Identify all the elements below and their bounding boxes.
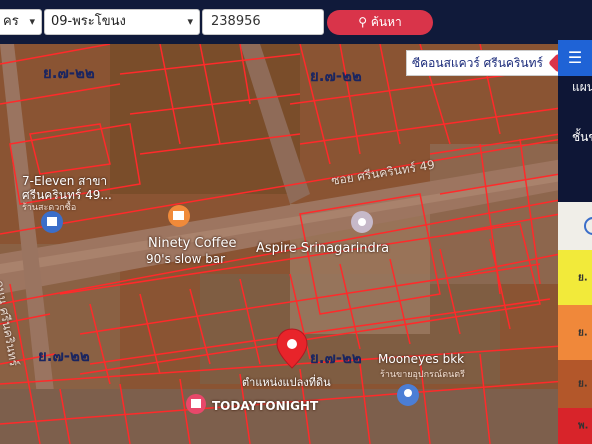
- province-select[interactable]: คร ▾: [0, 9, 42, 35]
- search-button-label: ค้นหา: [370, 15, 402, 29]
- shop-pin-icon[interactable]: [397, 384, 419, 406]
- legend-item[interactable]: ย.: [558, 250, 592, 305]
- district-select-value: 09-พระโขนง: [51, 14, 126, 29]
- legend-item[interactable]: ย.: [558, 305, 592, 360]
- restaurant-icon[interactable]: [186, 394, 206, 414]
- map-view[interactable]: ย.๗-๒๒ ย.๗-๒๒ ย.๗-๒๒ ย.๗-๒๒ ซอย ศรีนคริน…: [0, 44, 592, 444]
- poi-category: ร้านขายอุปกรณ์ดนตรี: [380, 370, 465, 380]
- layers-icon: ☰: [567, 48, 583, 67]
- legend-label: ย.: [578, 327, 588, 338]
- legend-label: พ.: [578, 420, 589, 432]
- layers-button[interactable]: ☰: [558, 40, 592, 76]
- chevron-down-icon: ▾: [29, 15, 35, 28]
- chevron-down-icon: ▾: [187, 15, 193, 28]
- legend-item[interactable]: พ.: [558, 408, 592, 444]
- deed-number-input[interactable]: 238956: [202, 9, 324, 35]
- top-toolbar: คร ▾ 09-พระโขนง ▾ 238956 ⚲ ค้นหา: [0, 0, 592, 44]
- search-button[interactable]: ⚲ ค้นหา: [327, 10, 433, 35]
- info-icon: [584, 217, 592, 235]
- poi-label[interactable]: Mooneyes bkk: [378, 352, 464, 366]
- search-result-label[interactable]: ซีคอนสแควร์ ศรีนครินทร์: [406, 50, 574, 76]
- zone-label: ย.๗-๒๒: [310, 349, 362, 367]
- marker-label: ตำแหน่งแปลงที่ดิน: [242, 376, 331, 389]
- zone-label: ย.๗-๒๒: [38, 347, 90, 365]
- legend-item-info[interactable]: [558, 202, 592, 250]
- legend-item[interactable]: ย.: [558, 360, 592, 408]
- panel-heading: แผน: [572, 80, 592, 94]
- district-select[interactable]: 09-พระโขนง ▾: [44, 9, 200, 35]
- zone-label: ย.๗-๒๒: [43, 64, 95, 82]
- poi-label[interactable]: TODAYTONIGHT: [212, 399, 318, 413]
- legend-label: ย.: [578, 272, 588, 283]
- search-result-text: ซีคอนสแควร์ ศรีนครินทร์: [412, 56, 543, 70]
- poi-label[interactable]: Ninety Coffee: [148, 236, 236, 251]
- search-icon: ⚲: [358, 15, 368, 29]
- legend-label: ย.: [578, 378, 588, 390]
- store-icon[interactable]: [41, 211, 63, 233]
- panel-subheading: ชั้นข: [572, 130, 592, 144]
- poi-label-line2: 90's slow bar: [146, 252, 226, 266]
- province-select-value: คร: [3, 14, 19, 29]
- layer-panel: ☰ แผน ชั้นข ย. ย. ย. พ.: [558, 40, 592, 444]
- poi-label[interactable]: Aspire Srinagarindra: [256, 241, 389, 256]
- zone-label: ย.๗-๒๒: [310, 67, 362, 85]
- poi-category: ร้านสะดวกซื้อ: [22, 203, 77, 213]
- building-icon[interactable]: [351, 211, 373, 233]
- coffee-icon[interactable]: [168, 205, 190, 227]
